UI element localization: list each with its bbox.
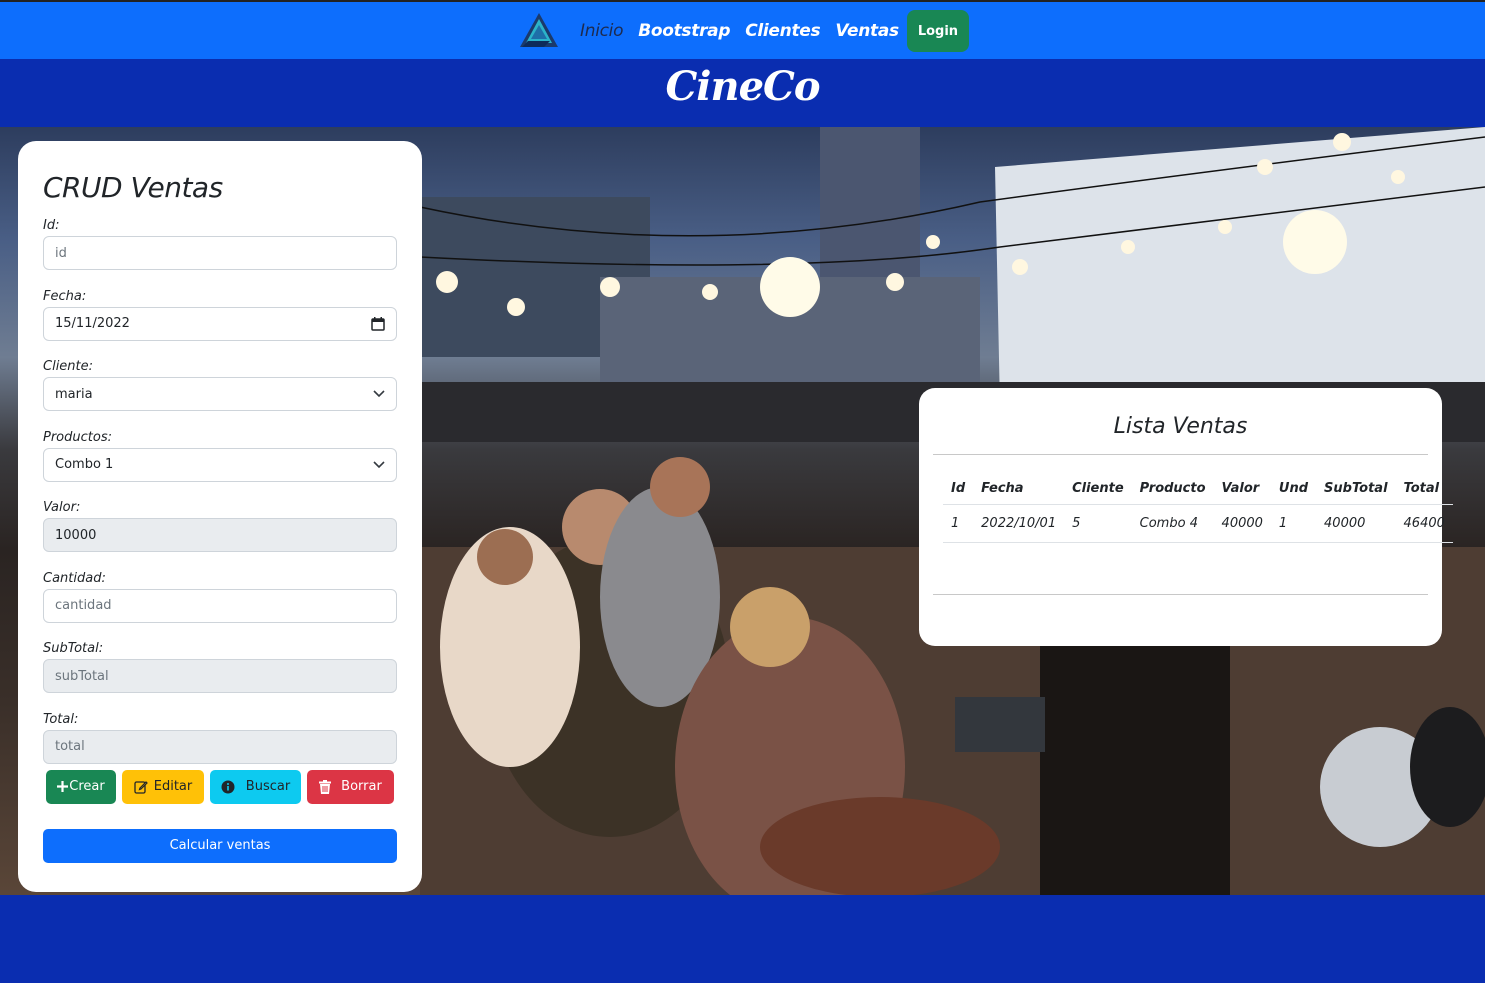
fecha-value: 15/11/2022: [55, 316, 130, 331]
crud-ventas-card: CRUD Ventas Id: id Fecha: 15/11/2022 Cli…: [18, 141, 422, 892]
cantidad-input[interactable]: cantidad: [43, 588, 397, 623]
action-buttons: Crear Editar Buscar Borrar: [46, 769, 397, 804]
col-header: Total: [1395, 473, 1453, 505]
edit-icon: [134, 780, 148, 794]
table-cell: 1: [1270, 504, 1317, 543]
nav-inner: Inicio Bootstrap Clientes Ventas Login: [518, 10, 970, 52]
total-label: Total:: [43, 711, 79, 727]
table-cell: 40000: [1316, 504, 1396, 543]
calcular-ventas-button[interactable]: Calcular ventas: [43, 828, 397, 863]
info-icon: [221, 780, 235, 793]
buscar-button[interactable]: Buscar: [210, 769, 301, 804]
table-cell: 40000: [1213, 504, 1271, 543]
editar-button[interactable]: Editar: [122, 769, 204, 804]
col-header: Fecha: [973, 473, 1065, 505]
table-row[interactable]: 1 2022/10/01 5 Combo 4 40000 1 40000 464…: [943, 504, 1453, 543]
field-cantidad: Cantidad: cantidad: [43, 571, 397, 642]
ventas-table: Id Fecha Cliente Producto Valor Und SubT…: [943, 473, 1453, 543]
lista-ventas-card: Lista Ventas Id Fecha Cliente Producto V…: [919, 388, 1453, 646]
borrar-label: Borrar: [341, 779, 382, 794]
subtotal-label: SubTotal:: [43, 641, 104, 656]
valor-input: 10000: [43, 518, 397, 552]
footer-bar: [0, 895, 1485, 983]
cantidad-label: Cantidad:: [43, 570, 106, 586]
trash-icon: [319, 779, 332, 794]
table-cell: 2022/10/01: [973, 504, 1065, 543]
table-cell: Combo 4: [1131, 504, 1214, 543]
nav-link-clientes[interactable]: Clientes: [745, 21, 820, 41]
chevron-down-icon: [373, 390, 385, 398]
divider: [933, 594, 1428, 595]
chevron-down-icon: [373, 460, 385, 468]
top-navbar: Inicio Bootstrap Clientes Ventas Login: [0, 0, 1485, 59]
col-header: Cliente: [1064, 473, 1132, 505]
table-cell: 46400: [1395, 504, 1453, 543]
valor-label: Valor:: [43, 500, 81, 515]
table-cell: 5: [1064, 504, 1132, 543]
nav-link-ventas[interactable]: Ventas: [835, 21, 899, 41]
field-productos: Productos: Combo 1: [43, 430, 397, 501]
crear-button[interactable]: Crear: [46, 769, 116, 804]
col-header: Und: [1270, 473, 1317, 505]
field-cliente: Cliente: maria: [43, 359, 397, 430]
col-header: Id: [943, 473, 974, 505]
lista-title: Lista Ventas: [1113, 414, 1248, 439]
brand-bar: CineCo: [0, 59, 1485, 127]
nav-link-bootstrap[interactable]: Bootstrap: [638, 21, 730, 41]
fecha-label: Fecha:: [43, 288, 87, 304]
id-label: Id:: [43, 218, 60, 233]
table-cell: 1: [943, 504, 974, 543]
col-header: Valor: [1213, 473, 1271, 505]
field-total: Total: total: [43, 712, 397, 764]
brand-title: CineCo: [665, 63, 820, 110]
id-input[interactable]: id: [43, 236, 397, 270]
crud-title: CRUD Ventas: [43, 171, 223, 204]
editar-label: Editar: [153, 779, 193, 794]
triangle-logo-icon[interactable]: [518, 11, 560, 51]
calendar-icon[interactable]: [371, 316, 385, 331]
cliente-value: maria: [55, 386, 93, 402]
field-valor: Valor: 10000: [43, 500, 397, 571]
productos-select[interactable]: Combo 1: [43, 447, 397, 482]
field-id: Id: id: [43, 218, 397, 289]
field-subtotal: SubTotal: subTotal: [43, 641, 397, 712]
field-fecha: Fecha: 15/11/2022: [43, 289, 397, 360]
login-button[interactable]: Login: [906, 10, 970, 52]
table-header-row: Id Fecha Cliente Producto Valor Und SubT…: [943, 473, 1453, 505]
cliente-select[interactable]: maria: [43, 377, 397, 411]
productos-label: Productos:: [43, 429, 112, 445]
buscar-label: Buscar: [245, 779, 291, 794]
productos-value: Combo 1: [55, 457, 114, 472]
plus-icon: [57, 781, 69, 792]
borrar-button[interactable]: Borrar: [307, 769, 394, 804]
subtotal-input: subTotal: [43, 659, 397, 693]
crear-label: Crear: [69, 779, 105, 794]
total-input: total: [43, 729, 397, 764]
divider: [933, 454, 1428, 455]
nav-link-inicio[interactable]: Inicio: [580, 21, 623, 41]
fecha-date-input[interactable]: 15/11/2022: [43, 306, 397, 341]
col-header: SubTotal: [1316, 473, 1396, 505]
col-header: Producto: [1131, 473, 1214, 505]
cliente-label: Cliente:: [43, 359, 94, 374]
